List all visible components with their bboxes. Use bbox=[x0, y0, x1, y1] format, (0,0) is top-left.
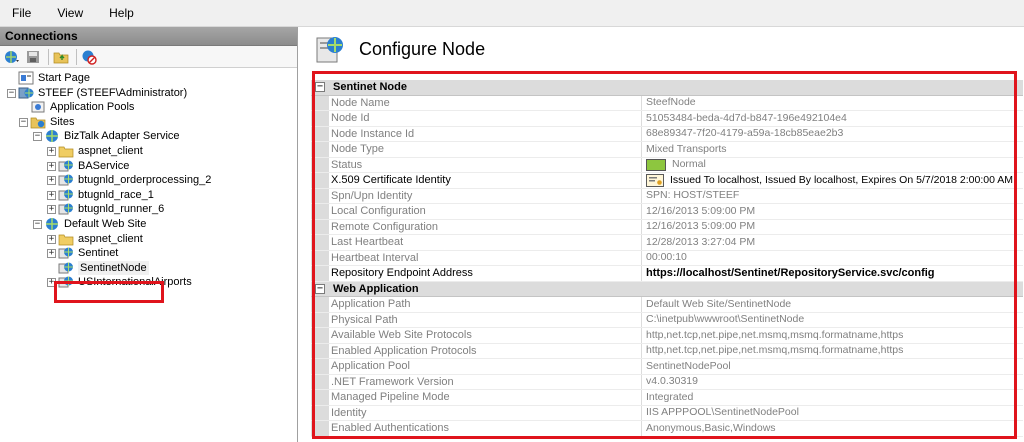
folder-icon bbox=[58, 144, 74, 158]
tree-item-label: aspnet_client bbox=[78, 232, 143, 245]
disconnect-icon[interactable] bbox=[80, 48, 98, 66]
web-app-icon bbox=[58, 159, 74, 173]
web-app-icon bbox=[58, 188, 74, 202]
configure-node-panel: Configure Node − Sentinet Node Node Name St… bbox=[299, 27, 1024, 442]
property-highlight-box bbox=[312, 71, 1017, 439]
start-page-icon bbox=[18, 71, 34, 85]
toolbar-separator bbox=[48, 48, 49, 65]
tree-item-label: aspnet_client bbox=[78, 144, 143, 157]
collapse-icon[interactable]: − bbox=[7, 88, 16, 98]
tree-item[interactable]: + btugnld_race_1 bbox=[0, 188, 297, 203]
collapse-icon[interactable]: − bbox=[33, 219, 42, 229]
collapse-icon[interactable]: − bbox=[33, 132, 42, 142]
expand-icon[interactable]: + bbox=[47, 190, 56, 200]
expand-icon[interactable]: + bbox=[47, 161, 56, 171]
connections-panel: Connections Start Page − STEEF (STEEF\Admi… bbox=[0, 27, 298, 442]
folder-icon bbox=[58, 232, 74, 246]
app-pools-icon bbox=[30, 100, 46, 114]
tree-item[interactable]: − Sites bbox=[0, 115, 297, 130]
expand-icon[interactable]: + bbox=[47, 146, 56, 156]
web-app-icon bbox=[58, 246, 74, 260]
expand-icon[interactable]: + bbox=[47, 234, 56, 244]
save-icon[interactable] bbox=[24, 48, 42, 66]
tree-item-selected[interactable]: SentinetNode bbox=[0, 260, 297, 276]
tree-item[interactable]: + BAService bbox=[0, 159, 297, 174]
connections-toolbar bbox=[0, 46, 297, 68]
tree-item-label: SentinetNode bbox=[78, 260, 149, 276]
menu-view[interactable]: View bbox=[53, 4, 87, 22]
connect-globe-icon[interactable] bbox=[3, 48, 21, 66]
expand-icon[interactable]: + bbox=[47, 249, 56, 259]
web-app-icon bbox=[58, 173, 74, 187]
globe-icon bbox=[44, 129, 60, 143]
connections-tree: Start Page − STEEF (STEEF\Administrator) Ap… bbox=[0, 68, 297, 290]
tree-item[interactable]: − Default Web Site bbox=[0, 217, 297, 232]
page-title: Configure Node bbox=[359, 38, 486, 59]
globe-icon bbox=[44, 217, 60, 231]
collapse-icon[interactable]: − bbox=[19, 117, 28, 127]
tree-item-label: BAService bbox=[78, 159, 130, 172]
tree-item-label: BizTalk Adapter Service bbox=[64, 130, 180, 143]
tree-item-label: Start Page bbox=[38, 72, 90, 84]
tree-item[interactable]: + btugnld_runner_6 bbox=[0, 202, 297, 217]
up-level-icon[interactable] bbox=[52, 48, 70, 66]
server-icon bbox=[18, 86, 34, 100]
tree-item-label: Sites bbox=[50, 115, 75, 128]
page-header: Configure Node bbox=[299, 27, 1024, 71]
configure-node-icon bbox=[316, 37, 343, 63]
web-app-icon bbox=[58, 202, 74, 216]
tree-item[interactable]: Start Page bbox=[0, 71, 297, 86]
tree-item[interactable]: + aspnet_client bbox=[0, 144, 297, 159]
tree-item[interactable]: − STEEF (STEEF\Administrator) bbox=[0, 86, 297, 101]
selection-highlight-box bbox=[54, 281, 164, 303]
menu-help[interactable]: Help bbox=[105, 4, 138, 22]
tree-item[interactable]: − BizTalk Adapter Service bbox=[0, 129, 297, 144]
tree-item[interactable]: + btugnld_orderprocessing_2 bbox=[0, 173, 297, 188]
tree-item-label: STEEF (STEEF\Administrator) bbox=[38, 86, 188, 99]
expand-icon[interactable]: + bbox=[47, 205, 56, 215]
tree-item-label: Sentinet bbox=[78, 247, 119, 260]
sites-folder-icon bbox=[30, 115, 46, 129]
menu-file[interactable]: File bbox=[8, 4, 35, 22]
tree-item-label: btugnld_runner_6 bbox=[78, 203, 165, 216]
tree-item[interactable]: + aspnet_client bbox=[0, 232, 297, 247]
tree-item-label: btugnld_race_1 bbox=[78, 188, 154, 201]
tree-item-label: Default Web Site bbox=[64, 217, 147, 230]
web-app-icon bbox=[58, 261, 74, 275]
tree-item-label: btugnld_orderprocessing_2 bbox=[78, 174, 212, 187]
tree-item[interactable]: + Sentinet bbox=[0, 246, 297, 261]
menu-bar: File View Help bbox=[0, 0, 1024, 27]
connections-header: Connections bbox=[0, 27, 297, 46]
tree-item[interactable]: Application Pools bbox=[0, 100, 297, 115]
expand-icon[interactable]: + bbox=[47, 176, 56, 186]
tree-item-label: Application Pools bbox=[50, 101, 135, 114]
toolbar-separator bbox=[76, 48, 77, 65]
